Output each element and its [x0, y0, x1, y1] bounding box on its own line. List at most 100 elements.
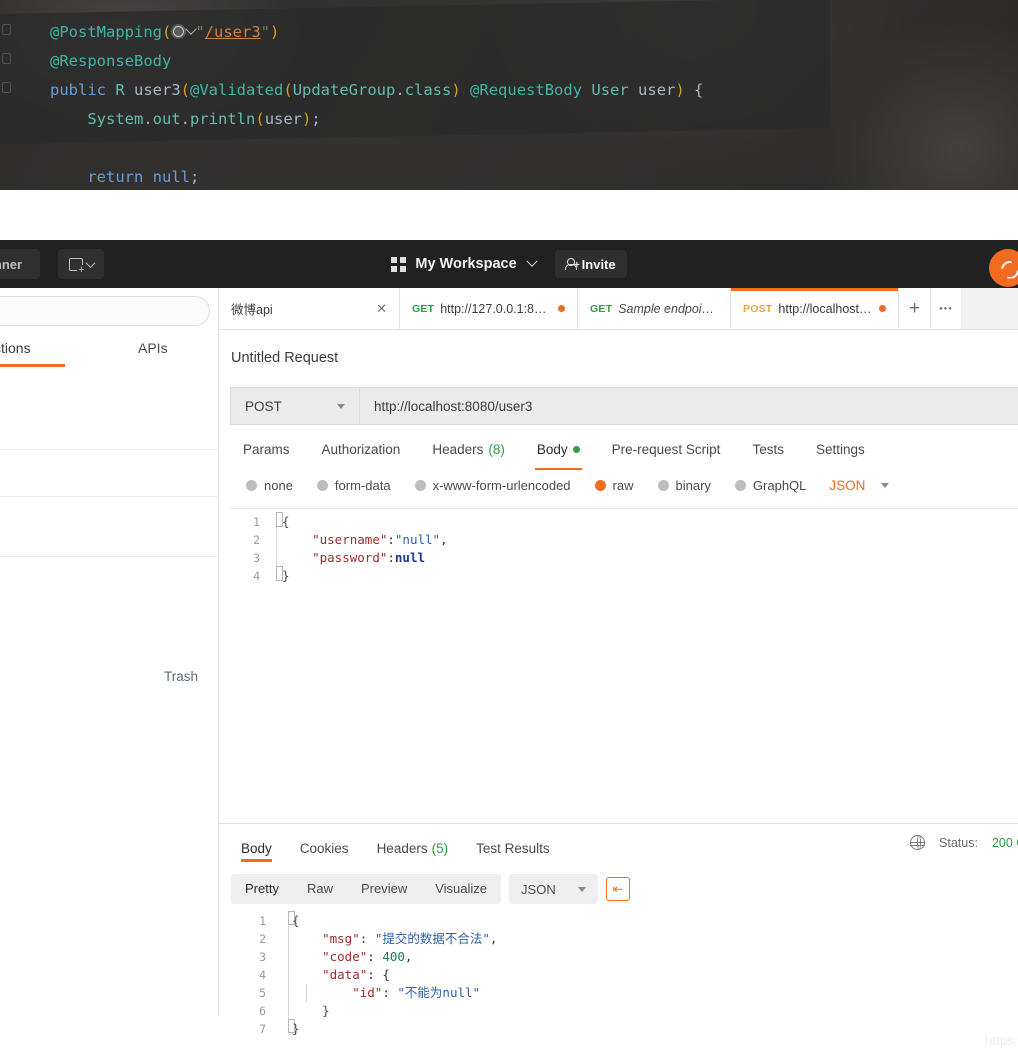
url-input[interactable]: http://localhost:8080/user3	[360, 387, 1018, 425]
code-line: public R user3(@Validated(UpdateGroup.cl…	[0, 76, 1018, 105]
chevron-down-icon[interactable]	[526, 256, 537, 267]
response-tab-body[interactable]: Body	[231, 841, 286, 856]
radio-icon[interactable]	[415, 480, 426, 491]
response-status: Status: 200 O	[910, 835, 1018, 850]
tab-count-badge: (8)	[488, 442, 505, 457]
json-token: "提交的数据不合法"	[375, 931, 490, 946]
invite-label: Invite	[582, 257, 616, 272]
view-mode-pretty[interactable]: Pretty	[231, 874, 293, 904]
postman-app: unner My Workspace + Invite llections AP…	[0, 240, 1018, 1016]
code-token: (	[283, 81, 292, 99]
invite-button[interactable]: + Invite	[555, 250, 627, 278]
response-tab-cookies[interactable]: Cookies	[286, 841, 363, 856]
radio-icon[interactable]	[595, 480, 606, 491]
request-tab[interactable]: GEThttp://127.0.0.1:8080/a...	[400, 288, 578, 329]
request-tab-settings[interactable]: Settings	[800, 434, 881, 464]
editor-line: 2 "username":"null",	[230, 531, 1018, 549]
code-token	[461, 81, 470, 99]
json-token: {	[282, 514, 290, 529]
request-tab[interactable]: 微博api ✕	[219, 288, 400, 329]
line-number: 3	[230, 948, 266, 966]
line-number: 4	[230, 966, 266, 984]
request-tab-body[interactable]: Body	[521, 434, 596, 464]
view-mode-raw[interactable]: Raw	[293, 874, 347, 904]
json-token: ,	[405, 949, 413, 964]
body-type-binary[interactable]: binary	[649, 478, 720, 493]
request-tab-tests[interactable]: Tests	[736, 434, 800, 464]
body-format-select[interactable]: JSON	[829, 478, 865, 493]
sidebar-divider	[0, 449, 219, 450]
line-content: "code": 400,	[292, 948, 412, 966]
chevron-down-icon[interactable]	[881, 483, 889, 488]
sidebar-search-input[interactable]	[0, 296, 210, 326]
code-token: .	[181, 110, 190, 128]
body-type-form-data[interactable]: form-data	[308, 478, 400, 493]
code-token: .	[143, 110, 152, 128]
body-type-none[interactable]: none	[237, 478, 302, 493]
response-body-viewer[interactable]: 1{2 "msg": "提交的数据不合法",3 "code": 400,4 "d…	[230, 908, 1018, 1016]
body-type-x-www-form-urlencoded[interactable]: x-www-form-urlencoded	[406, 478, 580, 493]
tab-label: Pre-request Script	[612, 442, 721, 457]
line-content: }	[292, 1002, 330, 1020]
code-token	[629, 81, 638, 99]
line-number: 2	[230, 531, 260, 549]
new-tab-button[interactable]: +	[899, 288, 931, 329]
code-token: (	[162, 23, 171, 41]
body-type-label: binary	[676, 478, 711, 493]
globe-icon[interactable]	[171, 24, 186, 39]
tab-title: 微博api	[231, 299, 273, 318]
response-format-select[interactable]: JSON	[509, 874, 598, 904]
code-token: public	[50, 81, 115, 99]
request-tab[interactable]: GETSample endpoint: Ret...	[578, 288, 731, 329]
request-tab-pre-request-script[interactable]: Pre-request Script	[596, 434, 737, 464]
code-token: System	[87, 110, 143, 128]
status-label: Status:	[939, 836, 978, 850]
radio-icon[interactable]	[735, 480, 746, 491]
view-mode-visualize[interactable]: Visualize	[421, 874, 501, 904]
tab-label: Tests	[752, 442, 784, 457]
code-token: R	[115, 81, 134, 99]
response-tab-test-results[interactable]: Test Results	[462, 841, 564, 856]
json-token: :	[387, 532, 395, 547]
request-tab[interactable]: POSThttp://localhost:8080/...	[731, 288, 899, 329]
line-number: 1	[230, 912, 266, 930]
editor-line: 5 "id": "不能为null"	[230, 984, 1018, 1002]
editor-line: 3 "code": 400,	[230, 948, 1018, 966]
sidebar-trash-link[interactable]: Trash	[164, 669, 198, 684]
code-line	[0, 134, 1018, 163]
sidebar-tab-collections[interactable]: llections	[0, 340, 31, 356]
sidebar: llections APIs Trash	[0, 288, 219, 1016]
request-tab-authorization[interactable]: Authorization	[306, 434, 417, 464]
sidebar-divider	[0, 556, 219, 557]
body-type-raw[interactable]: raw	[586, 478, 643, 493]
line-content: "password":null	[282, 549, 425, 567]
code-token: @PostMapping	[50, 23, 162, 41]
tab-options-icon[interactable]: ●●●	[931, 288, 961, 329]
radio-icon[interactable]	[658, 480, 669, 491]
close-icon[interactable]: ✕	[358, 301, 387, 317]
code-line: System.out.println(user);	[0, 105, 1018, 134]
workspace-name[interactable]: My Workspace	[415, 256, 516, 272]
radio-icon[interactable]	[317, 480, 328, 491]
wrap-lines-icon[interactable]: ⇤	[606, 877, 630, 901]
globe-icon[interactable]	[910, 835, 925, 850]
http-method-select[interactable]: POST	[230, 387, 360, 425]
editor-line: 4}	[230, 567, 1018, 585]
sidebar-tab-apis[interactable]: APIs	[138, 340, 168, 356]
response-tab-headers[interactable]: Headers(5)	[363, 841, 463, 856]
person-add-icon: +	[566, 258, 577, 270]
code-token: ;	[190, 168, 199, 186]
code-token: ;	[311, 110, 320, 128]
request-tab-headers[interactable]: Headers(8)	[416, 434, 521, 464]
request-body-editor[interactable]: 1{2 "username":"null",3 "password":null4…	[230, 508, 1018, 753]
request-tab-params[interactable]: Params	[231, 434, 306, 464]
request-title[interactable]: Untitled Request	[231, 350, 338, 366]
body-type-graphql[interactable]: GraphQL	[726, 478, 815, 493]
view-mode-preview[interactable]: Preview	[347, 874, 421, 904]
json-token	[292, 967, 322, 982]
json-token: 400	[382, 949, 405, 964]
tab-method-label: GET	[412, 303, 434, 315]
json-token: :	[367, 949, 382, 964]
json-token: ,	[490, 931, 498, 946]
radio-icon[interactable]	[246, 480, 257, 491]
